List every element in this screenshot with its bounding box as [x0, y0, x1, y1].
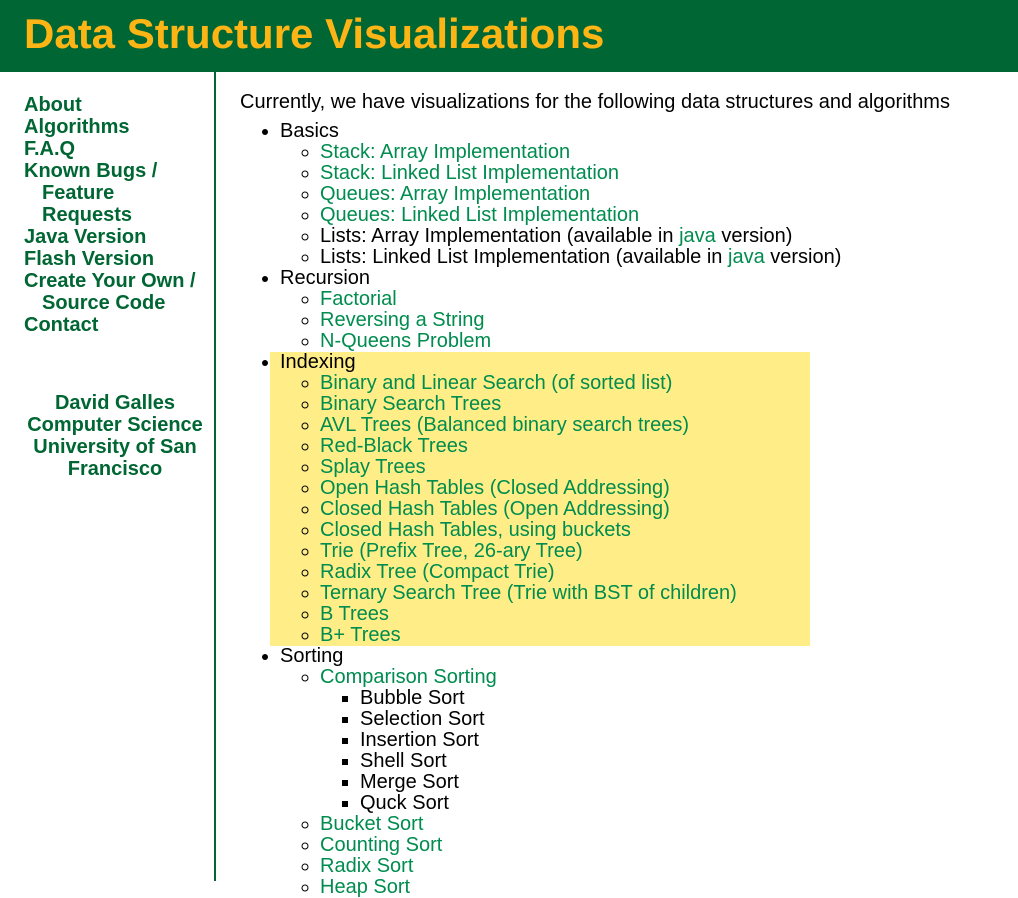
section: RecursionFactorialReversing a StringN-Qu…: [280, 268, 1018, 352]
list-item: Binary and Linear Search (of sorted list…: [320, 373, 806, 394]
algorithm-link[interactable]: Queues: Array Implementation: [320, 183, 590, 205]
sidebar-item[interactable]: Flash Version: [24, 248, 206, 270]
sub-list-item: Insertion Sort: [360, 730, 1018, 751]
list-item: Bucket Sort: [320, 814, 1018, 835]
algorithm-link[interactable]: B Trees: [320, 603, 389, 625]
algorithm-link[interactable]: Closed Hash Tables, using buckets: [320, 519, 631, 541]
credit-line[interactable]: David Galles: [24, 392, 206, 414]
algorithm-link[interactable]: Counting Sort: [320, 834, 442, 856]
section-label: Sorting: [280, 645, 343, 667]
section-label: Basics: [280, 120, 339, 142]
algorithm-link[interactable]: Open Hash Tables (Closed Addressing): [320, 477, 670, 499]
algorithm-link[interactable]: Radix Tree (Compact Trie): [320, 561, 555, 583]
list-item: Heap Sort: [320, 877, 1018, 898]
content-list: BasicsStack: Array ImplementationStack: …: [240, 121, 1018, 898]
section: SortingComparison SortingBubble SortSele…: [280, 646, 1018, 898]
algorithm-link[interactable]: Trie (Prefix Tree, 26-ary Tree): [320, 540, 583, 562]
sub-list-item: Merge Sort: [360, 772, 1018, 793]
sidebar-item[interactable]: Contact: [24, 314, 206, 336]
algorithm-link[interactable]: Splay Trees: [320, 456, 426, 478]
sidebar-item[interactable]: Known Bugs /: [24, 160, 206, 182]
list-item: Splay Trees: [320, 457, 806, 478]
list-item: Red-Black Trees: [320, 436, 806, 457]
sidebar-item[interactable]: About: [24, 94, 206, 116]
algorithm-link[interactable]: B+ Trees: [320, 624, 401, 646]
list-item: Lists: Array Implementation (available i…: [320, 226, 1018, 247]
credit-line[interactable]: Computer Science: [24, 414, 206, 436]
algorithm-link[interactable]: N-Queens Problem: [320, 330, 491, 352]
sidebar-item[interactable]: F.A.Q: [24, 138, 206, 160]
sidebar-item[interactable]: Create Your Own /: [24, 270, 206, 292]
list-item: Stack: Array Implementation: [320, 142, 1018, 163]
algorithm-link[interactable]: Binary Search Trees: [320, 393, 501, 415]
sub-list-item: Selection Sort: [360, 709, 1018, 730]
list-item: Radix Sort: [320, 856, 1018, 877]
algorithm-link[interactable]: Ternary Search Tree (Trie with BST of ch…: [320, 582, 737, 604]
algorithm-link[interactable]: Stack: Linked List Implementation: [320, 162, 619, 184]
list-item: Open Hash Tables (Closed Addressing): [320, 478, 806, 499]
sub-list-item: Bubble Sort: [360, 688, 1018, 709]
list-item: Closed Hash Tables (Open Addressing): [320, 499, 806, 520]
list-item: Counting Sort: [320, 835, 1018, 856]
sidebar-item[interactable]: Algorithms: [24, 116, 206, 138]
algorithm-link[interactable]: Comparison Sorting: [320, 666, 497, 688]
list-item: Radix Tree (Compact Trie): [320, 562, 806, 583]
list-item: Trie (Prefix Tree, 26-ary Tree): [320, 541, 806, 562]
list-item: Queues: Linked List Implementation: [320, 205, 1018, 226]
list-item: Stack: Linked List Implementation: [320, 163, 1018, 184]
sidebar-item[interactable]: Java Version: [24, 226, 206, 248]
list-item: AVL Trees (Balanced binary search trees): [320, 415, 806, 436]
section: IndexingBinary and Linear Search (of sor…: [280, 352, 1018, 646]
sidebar-nav: AboutAlgorithmsF.A.QKnown Bugs /Feature …: [24, 94, 206, 336]
inline-link[interactable]: java: [679, 225, 716, 247]
page-title: Data Structure Visualizations: [24, 10, 994, 58]
algorithm-link[interactable]: Bucket Sort: [320, 813, 423, 835]
sub-list-item: Quck Sort: [360, 793, 1018, 814]
algorithm-link[interactable]: Closed Hash Tables (Open Addressing): [320, 498, 670, 520]
section-label: Recursion: [280, 267, 370, 289]
list-item: Comparison SortingBubble SortSelection S…: [320, 667, 1018, 814]
algorithm-link[interactable]: Queues: Linked List Implementation: [320, 204, 639, 226]
section-label: Indexing: [280, 351, 356, 373]
sidebar-item[interactable]: Source Code: [24, 292, 206, 314]
list-item: Ternary Search Tree (Trie with BST of ch…: [320, 583, 806, 604]
algorithm-link[interactable]: Binary and Linear Search (of sorted list…: [320, 372, 672, 394]
list-item: Binary Search Trees: [320, 394, 806, 415]
algorithm-link[interactable]: Factorial: [320, 288, 397, 310]
list-item: B+ Trees: [320, 625, 806, 646]
credit-line[interactable]: University of San Francisco: [24, 436, 206, 480]
intro-text: Currently, we have visualizations for th…: [240, 92, 1018, 113]
sidebar: AboutAlgorithmsF.A.QKnown Bugs /Feature …: [0, 72, 214, 881]
list-item: Reversing a String: [320, 310, 1018, 331]
list-item: Factorial: [320, 289, 1018, 310]
inline-link[interactable]: java: [728, 246, 765, 268]
algorithm-link[interactable]: Heap Sort: [320, 876, 410, 898]
sub-list-item: Shell Sort: [360, 751, 1018, 772]
list-item: Queues: Array Implementation: [320, 184, 1018, 205]
list-item: Closed Hash Tables, using buckets: [320, 520, 806, 541]
section: BasicsStack: Array ImplementationStack: …: [280, 121, 1018, 268]
algorithm-link[interactable]: Stack: Array Implementation: [320, 141, 570, 163]
algorithm-link[interactable]: Radix Sort: [320, 855, 413, 877]
algorithm-link[interactable]: AVL Trees (Balanced binary search trees): [320, 414, 689, 436]
credits: David GallesComputer ScienceUniversity o…: [24, 392, 206, 480]
algorithm-link[interactable]: Red-Black Trees: [320, 435, 468, 457]
sidebar-item[interactable]: Feature Requests: [24, 182, 206, 226]
list-item: B Trees: [320, 604, 806, 625]
algorithm-link[interactable]: Reversing a String: [320, 309, 485, 331]
list-item: N-Queens Problem: [320, 331, 1018, 352]
page-header: Data Structure Visualizations: [0, 0, 1018, 72]
main-content: Currently, we have visualizations for th…: [216, 72, 1018, 881]
list-item: Lists: Linked List Implementation (avail…: [320, 247, 1018, 268]
